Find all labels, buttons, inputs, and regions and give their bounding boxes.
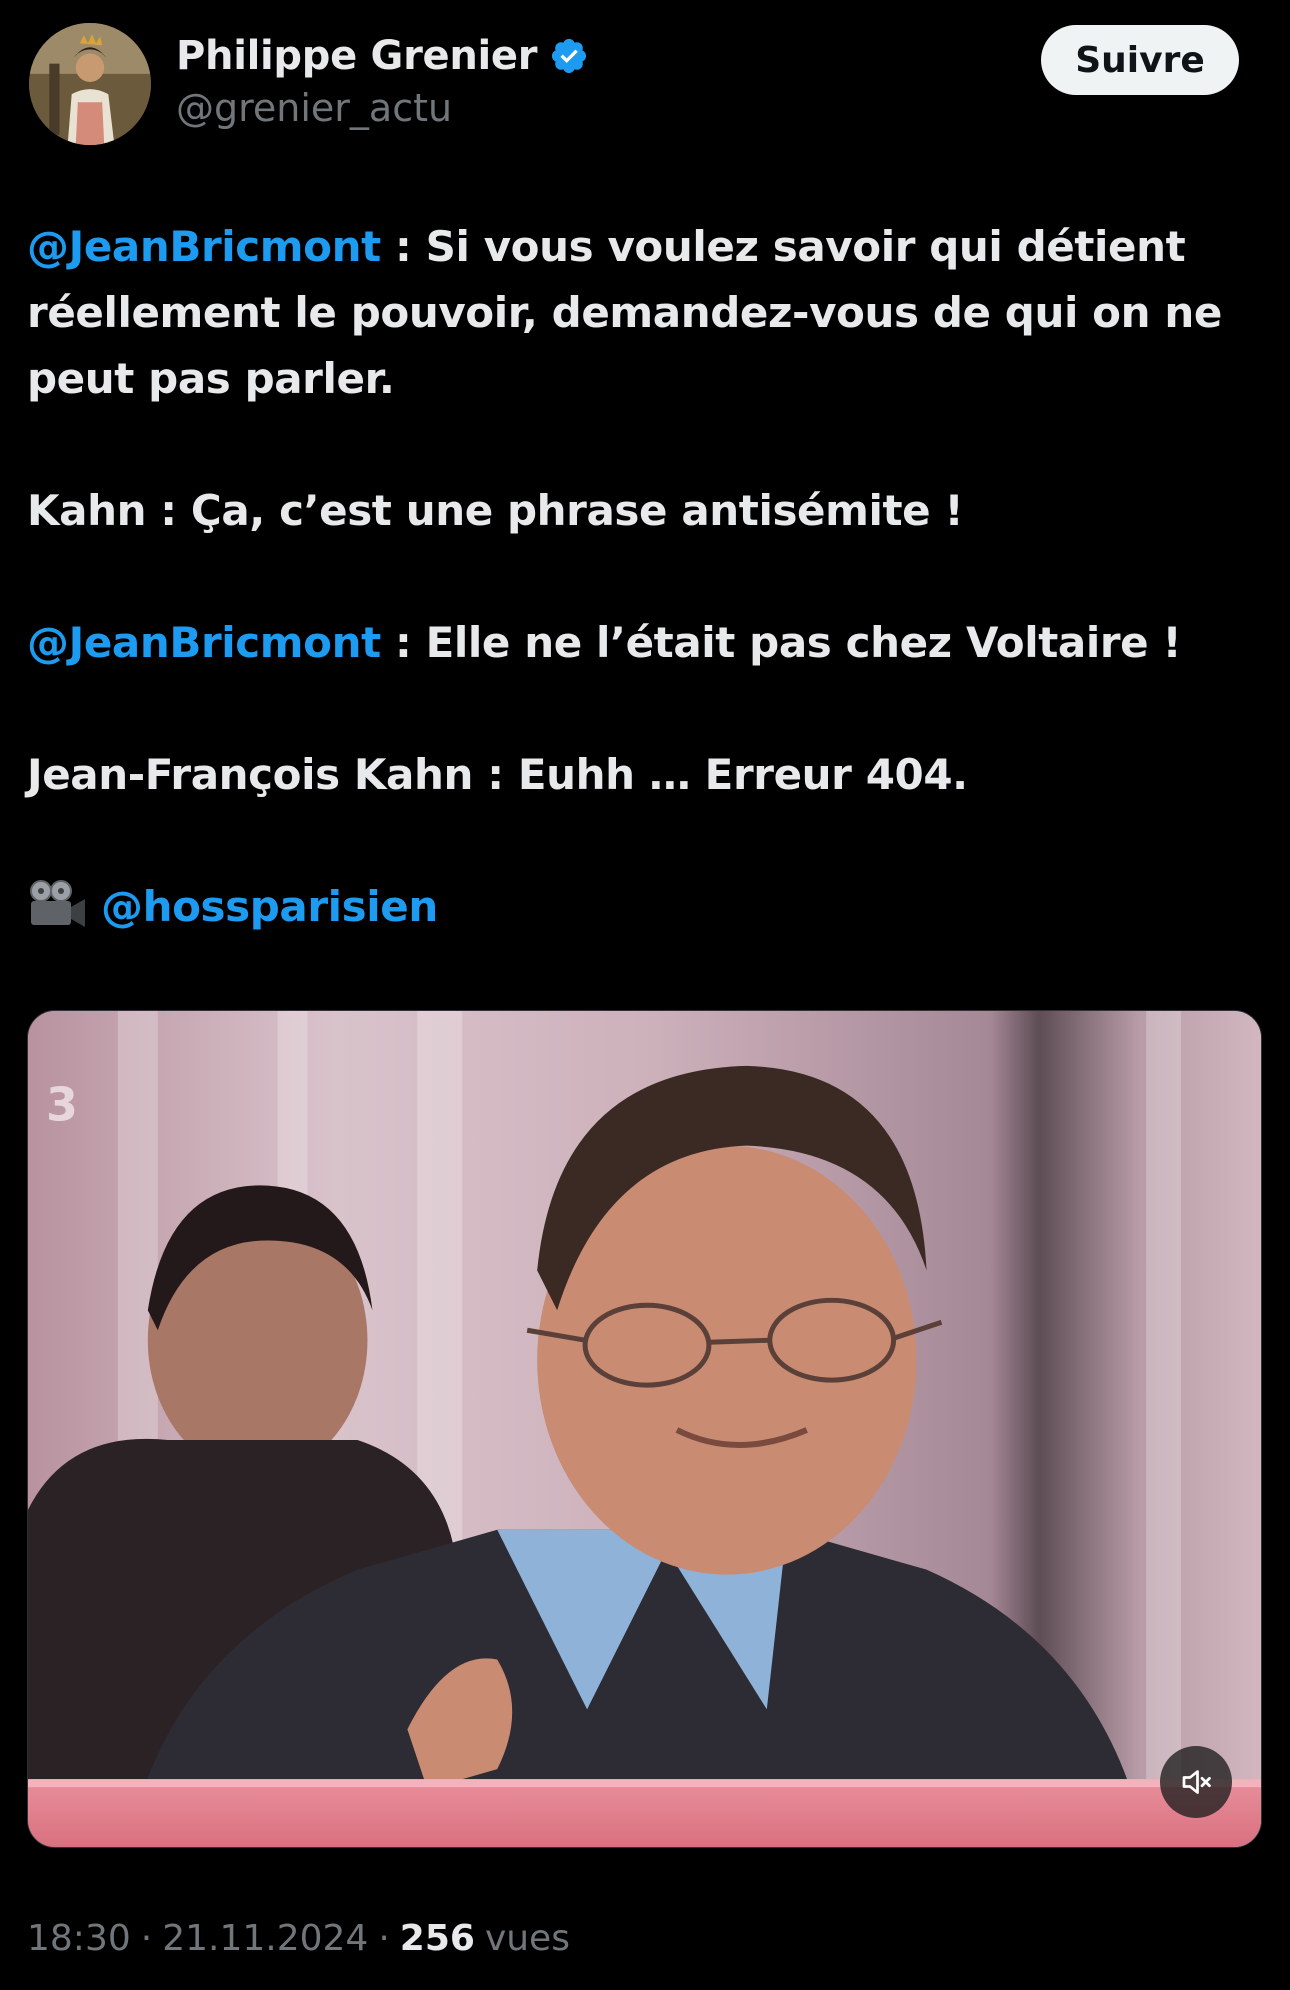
follow-button[interactable]: Suivre <box>1041 25 1239 95</box>
tweet-text-span: : Elle ne l’était pas chez Voltaire ! <box>380 618 1182 667</box>
author-name-row[interactable]: Philippe Grenier <box>176 30 589 82</box>
tweet-card: Philippe Grenier @grenier_actu Suivre @J… <box>0 0 1290 1990</box>
author-handle[interactable]: @grenier_actu <box>176 86 452 130</box>
tweet-paragraph-1: @JeanBricmont : Si vous voulez savoir qu… <box>27 214 1257 412</box>
video-player[interactable]: 3 <box>27 1010 1262 1848</box>
tweet-paragraph-4: Jean-François Kahn : Euhh … Erreur 404. <box>27 750 968 799</box>
verified-badge-icon <box>552 38 587 74</box>
views-count: 256 <box>399 1918 475 1959</box>
views-label: vues <box>484 1918 570 1959</box>
meta-separator: · <box>140 1918 153 1959</box>
tweet-time[interactable]: 18:30 <box>27 1918 131 1959</box>
volume-muted-icon <box>1182 1770 1211 1794</box>
tweet-meta: 18:30 · 21.11.2024 · 256 vues <box>27 1918 570 1959</box>
tweet-paragraph-3: @JeanBricmont : Elle ne l’était pas chez… <box>27 610 1257 676</box>
tweet-paragraph-2: Kahn : Ça, c’est une phrase antisémite ! <box>27 486 964 535</box>
mention-link[interactable]: @JeanBricmont <box>27 222 381 271</box>
tweet-paragraph-credit: @hossparisien <box>27 874 1257 940</box>
avatar[interactable] <box>29 23 151 145</box>
credit-mention-link[interactable]: @hossparisien <box>101 882 438 931</box>
mention-link[interactable]: @JeanBricmont <box>27 618 381 667</box>
video-frame: 3 <box>28 1011 1261 1847</box>
avatar-image <box>29 23 151 145</box>
tweet-text: @JeanBricmont : Si vous voulez savoir qu… <box>27 214 1257 940</box>
mute-button[interactable] <box>1160 1746 1232 1818</box>
meta-separator: · <box>378 1918 390 1959</box>
movie-camera-icon <box>30 880 85 927</box>
author-display-name[interactable]: Philippe Grenier <box>176 33 537 79</box>
tweet-date[interactable]: 21.11.2024 <box>162 1918 368 1959</box>
svg-text:3: 3 <box>46 1078 78 1132</box>
